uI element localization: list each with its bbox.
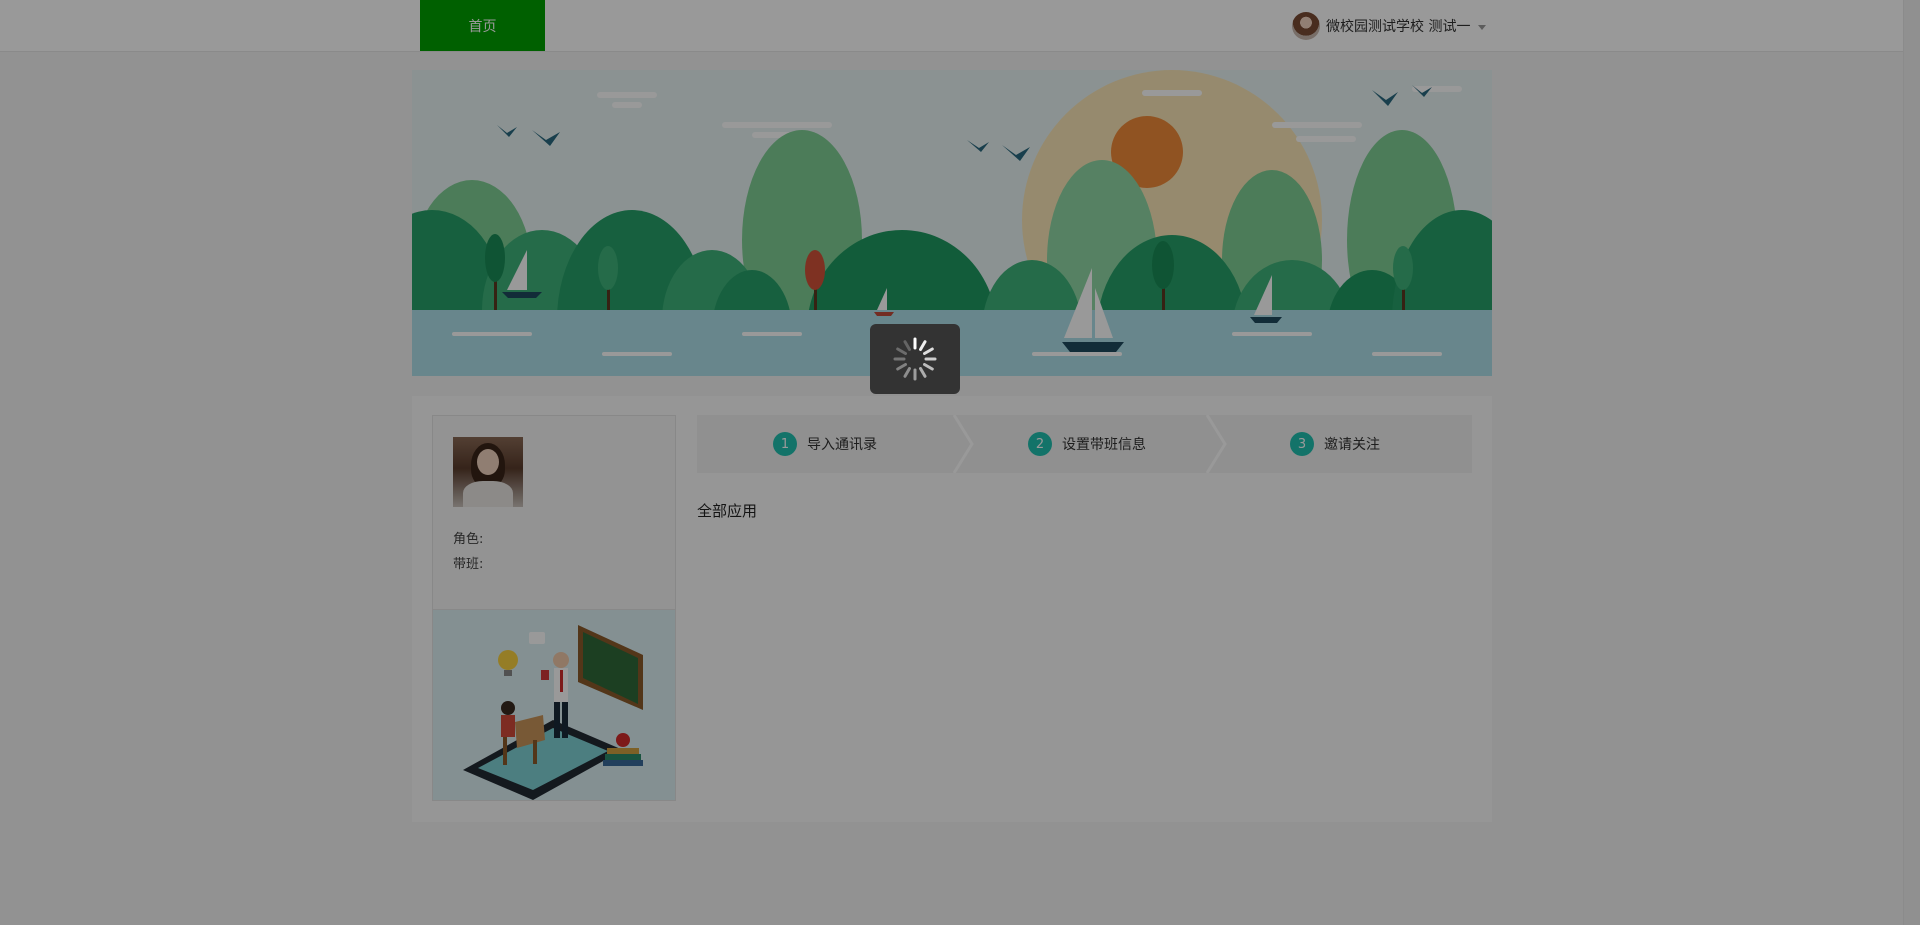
loading-overlay	[0, 0, 1920, 925]
loading-toast	[870, 324, 960, 394]
app-root: 首页 微校园测试学校 测试一 角色: 带班: 1 导入通讯录 2 设置带班信息 …	[0, 0, 1920, 925]
spinner-icon	[893, 337, 937, 381]
